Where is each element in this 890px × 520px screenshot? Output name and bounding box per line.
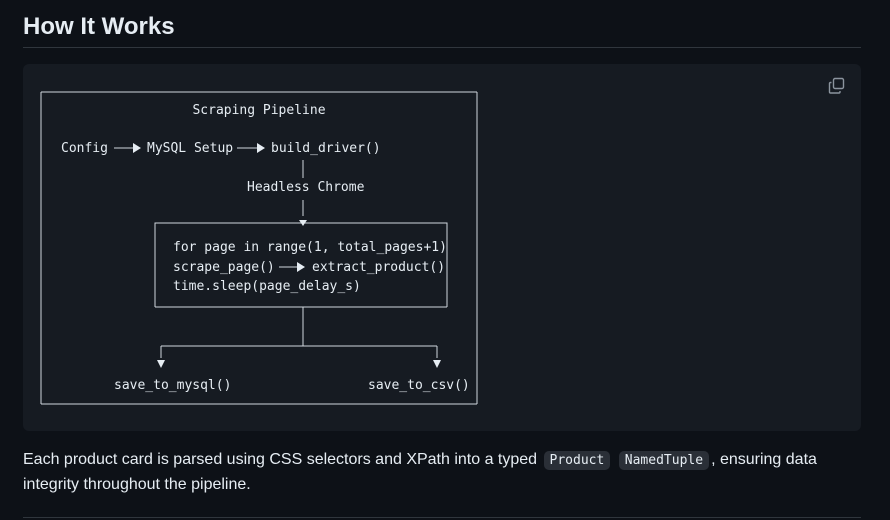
node-extract-product: extract_product() [312, 260, 445, 275]
bottom-divider [23, 517, 861, 518]
pipeline-diagram: Scraping Pipeline Config MySQL Setup bui… [37, 82, 497, 417]
inline-code-namedtuple: NamedTuple [618, 451, 710, 470]
node-scrape-page: scrape_page() [173, 260, 275, 275]
node-save-csv: save_to_csv() [368, 378, 470, 393]
code-block: Scraping Pipeline Config MySQL Setup bui… [23, 64, 861, 431]
description-paragraph: Each product card is parsed using CSS se… [23, 448, 863, 497]
paragraph-text-before: Each product card is parsed using CSS se… [23, 451, 538, 468]
node-save-mysql: save_to_mysql() [114, 378, 231, 393]
section-heading: How It Works [23, 13, 175, 40]
sleep-line: time.sleep(page_delay_s) [173, 279, 361, 294]
node-config: Config [61, 141, 108, 156]
node-mysql-setup: MySQL Setup [147, 141, 233, 156]
copy-icon [828, 77, 845, 94]
node-headless-chrome: Headless Chrome [247, 180, 365, 195]
loop-line: for page in range(1, total_pages+1) [173, 240, 447, 255]
heading-divider [23, 47, 861, 48]
inline-code-product: Product [543, 451, 611, 470]
diagram-title: Scraping Pipeline [192, 103, 325, 118]
node-build-driver: build_driver() [271, 141, 381, 156]
copy-button[interactable] [827, 76, 847, 96]
